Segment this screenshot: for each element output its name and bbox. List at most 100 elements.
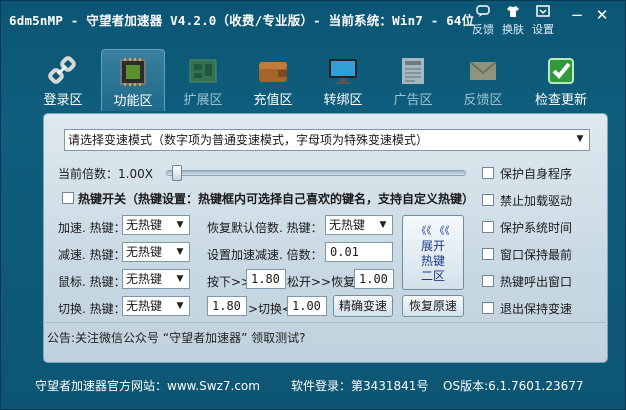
toggle-multiplier-input-2[interactable]: 1.00 [287,296,327,316]
restore-speed-button[interactable]: 恢复原速 [402,295,464,317]
window-title: 6dm5nMP - 守望者加速器 V4.2.0（收费/专业版）- 当前系统：Wi… [9,13,475,28]
tab-check-update[interactable]: 检查更新 [529,49,593,111]
notice-bar: 公告:关注微信公众号 “守望者加速器” 领取测试? [43,322,608,354]
speed-slider-track[interactable] [166,170,466,176]
envelope-icon [466,55,500,87]
protect-time-label: 保护系统时间 [500,221,573,235]
accelerate-hotkey-label: 加速. 热键： [58,221,126,235]
monitor-icon [326,55,360,87]
decelerate-hotkey-value: 无热键 [126,245,163,259]
website-link[interactable]: 守望者加速器官方网站：www.Swz7.com [35,377,260,394]
speed-mode-value: 请选择变速模式（数字项为普通变速模式，字母项为特殊变速模式） [68,133,429,147]
feedback-tool-label: 反馈 [472,23,494,36]
tab-extension[interactable]: 扩展区 [171,49,235,111]
protect-self-checkbox[interactable] [482,167,494,179]
expand-arrows: 《《 《《 [416,226,450,237]
hotkey-show-window-checkbox[interactable] [482,275,494,287]
tab-ads-label: 广告区 [393,93,433,108]
skin-tool-button[interactable]: 换肤 [499,5,527,37]
skin-tool-label: 换肤 [502,23,524,36]
expand-line-3: 二区 [420,269,445,283]
minimize-icon: − [570,6,584,24]
mouse-hotkey-value: 无热键 [126,272,163,286]
chevron-down-icon: ▼ [576,134,584,144]
hotkey-switch-label: 热键开关（热键设置：热键框内可选择自己喜欢的键名，支持自定义热键） [78,192,475,206]
protect-self-label: 保护自身程序 [500,167,573,181]
newspaper-icon [396,55,430,87]
always-on-top-checkbox[interactable] [482,248,494,260]
decelerate-hotkey-select[interactable]: 无热键 ▼ [122,242,190,262]
tab-login-label: 登录区 [43,93,83,108]
chip-icon [116,56,150,88]
tab-feedback[interactable]: 反馈区 [451,49,515,111]
tab-login[interactable]: 登录区 [31,49,95,111]
title-bar: 6dm5nMP - 守望者加速器 V4.2.0（收费/专业版）- 当前系统：Wi… [1,1,625,37]
tab-check-update-label: 检查更新 [534,93,587,108]
tab-functions[interactable]: 功能区 [101,49,165,111]
precise-speed-button[interactable]: 精确变速 [333,295,393,317]
accelerate-hotkey-select[interactable]: 无热键 ▼ [122,215,190,235]
chevron-down-icon: ▼ [379,220,387,230]
accelerate-hotkey-value: 无热键 [126,218,163,232]
minimize-button[interactable]: − [564,5,590,25]
always-on-top-label: 窗口保持最前 [500,248,573,262]
tab-extension-label: 扩展区 [183,93,223,108]
tab-bar: 登录区 功能区 扩展区 充值区 转绑区 广告区 反馈区 检查更新 [21,49,621,111]
settings-tool-button[interactable]: 设置 [529,5,557,37]
block-driver-checkbox[interactable] [482,194,494,206]
tab-rebind-label: 转绑区 [323,93,363,108]
chevron-down-icon: ▼ [176,247,184,257]
protect-time-checkbox[interactable] [482,221,494,233]
tab-recharge-label: 充值区 [253,93,293,108]
restore-default-hotkey-value: 无热键 [329,218,366,232]
speed-slider-thumb[interactable] [171,165,182,181]
current-speed-label: 当前倍数：1.00X [58,167,153,181]
notice-text: 公告:关注微信公众号 “守望者加速器” 领取测试? [47,331,306,345]
tab-functions-label: 功能区 [113,94,153,109]
keep-speed-on-exit-label: 退出保持变速 [500,302,573,316]
tab-recharge[interactable]: 充值区 [241,49,305,111]
switch-hotkey-label: 切换. 热键： [58,302,126,316]
chat-icon [469,5,497,21]
switch-hotkey-select[interactable]: 无热键 ▼ [122,296,190,316]
speed-step-input[interactable]: 0.01 [325,242,393,262]
close-icon: ✕ [595,6,609,24]
mouse-hotkey-label: 鼠标. 热键： [58,275,126,289]
expand-line-1: 展开 [420,239,445,253]
chevron-down-icon: ▼ [176,274,184,284]
board-icon [186,55,220,87]
release-multiplier-input[interactable]: 1.00 [354,269,394,289]
wallet-icon [256,55,290,87]
feedback-tool-button[interactable]: 反馈 [469,5,497,37]
login-count: 软件登录：第3431841号 [291,379,429,393]
speed-step-label: 设置加速减速. 倍数： [207,248,323,262]
press-multiplier-input[interactable]: 1.80 [246,269,286,289]
speed-mode-select[interactable]: 请选择变速模式（数字项为普通变速模式，字母项为特殊变速模式） ▼ [64,129,590,151]
press-label: 按下>> [207,275,252,289]
status-footer: 守望者加速器官方网站：www.Swz7.com 软件登录：第3431841号 O… [1,375,625,397]
expand-hotkey-zone-button[interactable]: 《《 《《 展开 热键 二区 [402,215,464,290]
restore-default-hotkey-label: 恢复默认倍数. 热键： [207,221,323,235]
switch-hotkey-value: 无热键 [126,299,163,313]
tab-rebind[interactable]: 转绑区 [311,49,375,111]
expand-line-2: 热键 [420,254,445,268]
chevron-down-icon: ▼ [176,220,184,230]
shirt-icon [499,5,527,21]
check-icon [544,55,578,87]
restore-default-hotkey-select[interactable]: 无热键 ▼ [325,215,393,235]
keep-speed-on-exit-checkbox[interactable] [482,302,494,314]
toggle-label: >切换< [248,302,293,316]
settings-tool-label: 设置 [532,23,554,36]
tab-feedback-label: 反馈区 [463,93,503,108]
mouse-hotkey-select[interactable]: 无热键 ▼ [122,269,190,289]
decelerate-hotkey-label: 减速. 热键： [58,248,126,262]
app-window: 6dm5nMP - 守望者加速器 V4.2.0（收费/专业版）- 当前系统：Wi… [0,0,626,410]
key-icon [46,55,80,87]
tab-ads[interactable]: 广告区 [381,49,445,111]
close-button[interactable]: ✕ [589,5,615,25]
settings-icon [529,5,557,21]
hotkey-switch-checkbox[interactable] [62,192,74,204]
chevron-down-icon: ▼ [176,301,184,311]
hotkey-show-window-label: 热键呼出窗口 [500,275,573,289]
toggle-multiplier-input-1[interactable]: 1.80 [207,296,247,316]
